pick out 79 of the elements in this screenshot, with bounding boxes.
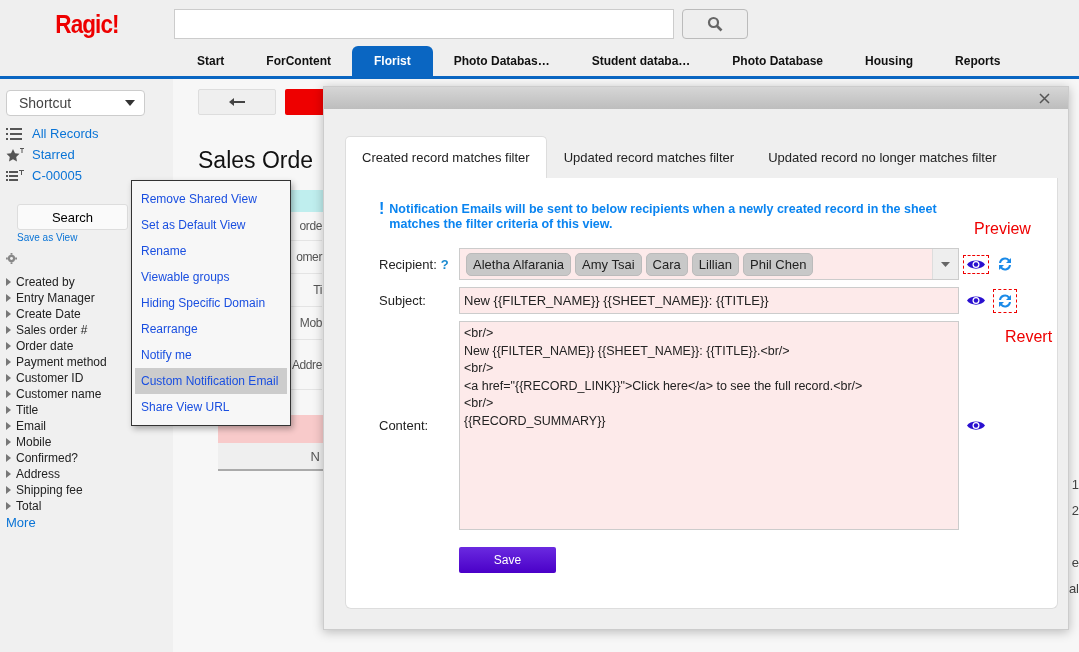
nav-tab[interactable]: Photo Database xyxy=(711,46,845,76)
content-field[interactable]: <br/> New {{FILTER_NAME}} {{SHEET_NAME}}: {{TITLE}}.<br/> <br/> <a href="{{RECORD_LINK}}">Click here</a> to see the full record.<br/> <br/> {{RECORD_SUMMARY}} xyxy=(459,321,959,530)
nav-tab[interactable]: Florist xyxy=(352,46,433,76)
recipient-chip[interactable]: Aletha Alfarania xyxy=(466,252,572,276)
content-label: Content: xyxy=(379,418,429,433)
dialog-tab[interactable]: Created record matches filter xyxy=(345,136,547,178)
field-item[interactable]: Create Date xyxy=(16,307,81,321)
view-link[interactable]: Starred xyxy=(32,147,75,162)
recipient-chip[interactable]: Cara xyxy=(645,252,688,276)
nav-tab[interactable]: Housing xyxy=(844,46,935,76)
revert-annotation: Revert xyxy=(1005,328,1053,346)
table-cell-text: e xyxy=(1071,553,1079,572)
refresh-icon xyxy=(996,255,1014,273)
search-button[interactable]: Search xyxy=(17,204,128,230)
column-header: N xyxy=(218,443,323,471)
field-item[interactable]: Address xyxy=(16,467,61,481)
refresh-icon xyxy=(996,291,1014,310)
field-item[interactable]: Customer name xyxy=(16,387,102,401)
search-field[interactable] xyxy=(174,9,674,39)
search-button[interactable] xyxy=(682,9,748,39)
page-title: Sales Orde xyxy=(198,147,314,174)
field-item[interactable]: Order date xyxy=(16,339,74,353)
field-item[interactable]: Customer ID xyxy=(16,371,84,385)
menu-item[interactable]: Share View URL xyxy=(135,394,287,420)
caret-icon xyxy=(125,100,135,106)
field-item[interactable]: Confirmed? xyxy=(16,451,79,465)
search-icon xyxy=(707,16,723,32)
notice-text: Notification Emails will be sent to below recipients when a newly created record in the sheet matches the filter criteria of this view. xyxy=(389,202,938,232)
back-button[interactable] xyxy=(198,89,276,115)
table-cell-text: al xyxy=(1068,579,1079,598)
preview-eye-icon xyxy=(966,257,986,271)
notice-mark: ! xyxy=(379,202,385,219)
field-item[interactable]: Sales order # xyxy=(16,323,88,337)
view-link[interactable]: C-00005 xyxy=(32,168,82,183)
subject-field[interactable]: New {{FILTER_NAME}} {{SHEET_NAME}}: {{TITLE}} xyxy=(459,287,959,314)
subject-label: Subject: xyxy=(379,293,426,308)
field-item[interactable]: Created by xyxy=(16,275,75,289)
star-icon xyxy=(6,147,24,162)
caret-icon xyxy=(941,261,950,267)
field-item[interactable]: Email xyxy=(16,419,46,433)
shortcut-dropdown[interactable]: Shortcut xyxy=(6,90,145,116)
close-button[interactable] xyxy=(1039,92,1050,104)
field-item[interactable]: Mobile xyxy=(16,435,52,449)
recipient-field[interactable]: Aletha Alfarania Amy Tsai Cara Lillian Phil Chen xyxy=(459,248,959,280)
field-item[interactable]: Shipping fee xyxy=(16,483,83,497)
nav-tab[interactable]: Student databa… xyxy=(570,46,712,76)
save-button[interactable]: Save xyxy=(459,547,556,573)
revert-button[interactable] xyxy=(993,288,1017,313)
more-link[interactable]: More xyxy=(6,515,167,530)
nav-tab[interactable]: Reports xyxy=(934,46,1022,76)
row-number: 2 xyxy=(1071,501,1079,520)
field-item[interactable]: Title xyxy=(16,403,39,417)
menu-item[interactable]: Remove Shared View xyxy=(135,186,287,212)
nav-tab[interactable]: Start xyxy=(176,46,246,76)
dialog-tab[interactable]: Updated record no longer matches filter xyxy=(751,136,1014,178)
recipient-chip[interactable]: Lillian xyxy=(691,252,739,276)
recipient-chip[interactable]: Amy Tsai xyxy=(575,252,642,276)
view-link[interactable]: All Records xyxy=(32,126,99,141)
dialog-tab[interactable]: Updated record matches filter xyxy=(546,136,752,178)
preview-annotation: Preview xyxy=(974,220,1031,238)
preview-eye-icon xyxy=(966,294,986,307)
back-arrow-icon xyxy=(229,98,245,106)
preview-button[interactable] xyxy=(963,254,989,274)
nav-tab[interactable]: Photo Databas… xyxy=(432,46,571,76)
settings-icon[interactable] xyxy=(6,253,17,264)
field-item[interactable]: Total xyxy=(16,499,42,513)
help-link[interactable]: ? xyxy=(440,256,449,272)
recipient-chip[interactable]: Phil Chen xyxy=(743,252,814,276)
recipient-label: Recipient: xyxy=(379,256,437,272)
field-item[interactable]: Entry Manager xyxy=(16,291,95,305)
field-item[interactable]: Payment method xyxy=(16,355,107,369)
close-icon xyxy=(1039,92,1050,104)
list-icon xyxy=(6,127,24,140)
logo: Ragic! xyxy=(54,9,120,39)
menu-item[interactable]: Custom Notification Email xyxy=(135,368,287,394)
preview-eye-icon xyxy=(966,419,986,432)
row-number: 1 xyxy=(1071,475,1079,494)
filtered-list-icon xyxy=(6,169,24,182)
nav-tab[interactable]: ForContent xyxy=(245,46,352,76)
